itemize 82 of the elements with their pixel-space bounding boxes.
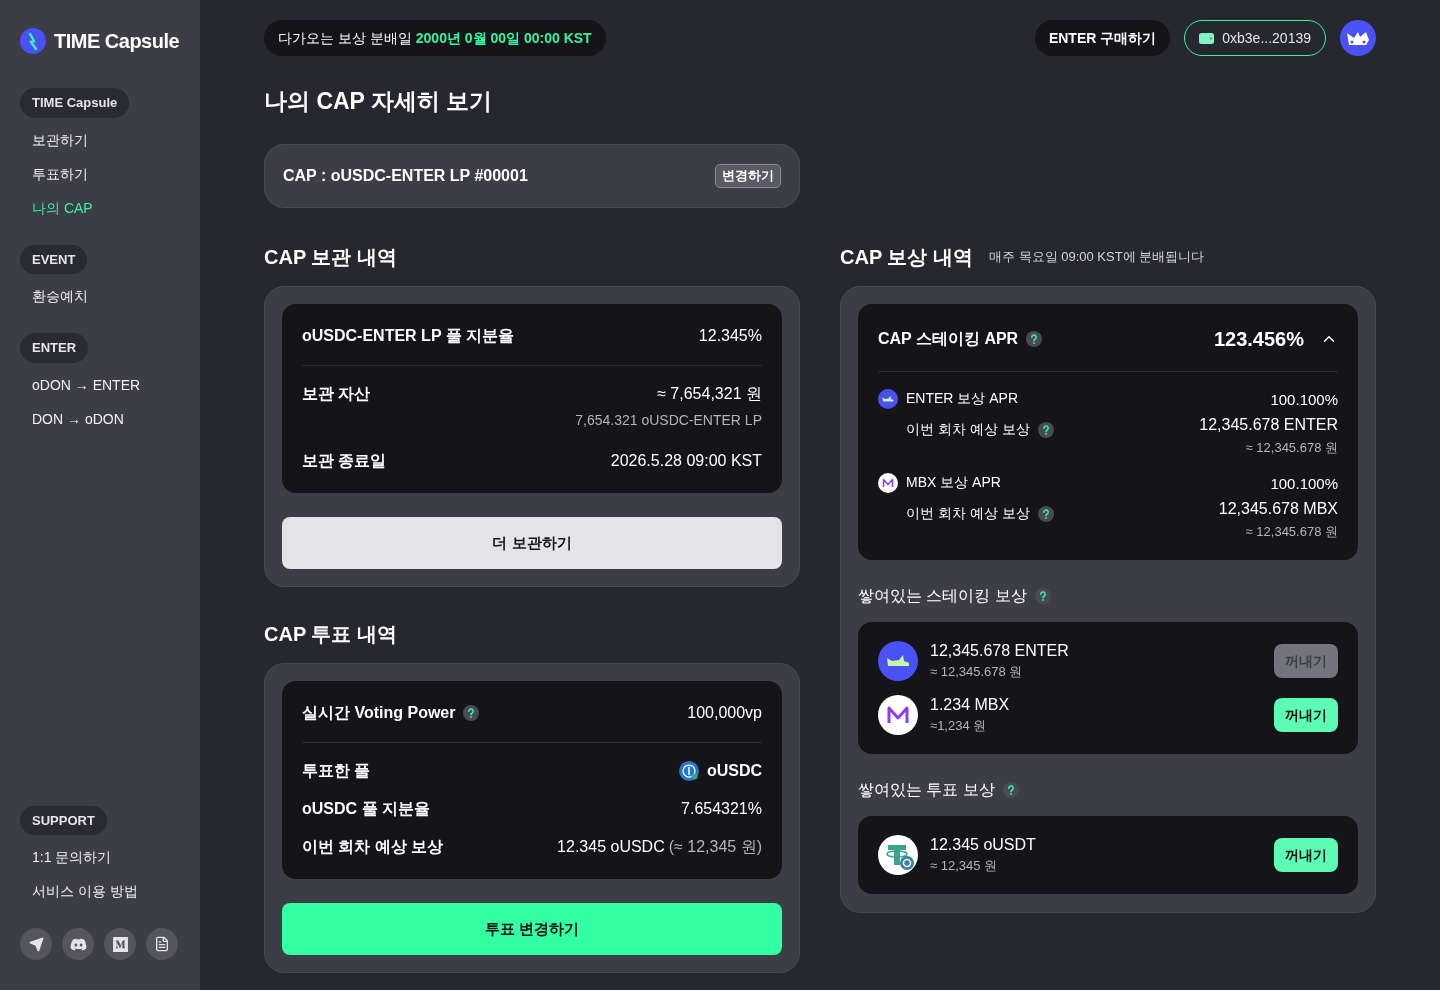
nav-section-header: SUPPORT	[20, 805, 107, 835]
apr-item-krw: ≈ 12,345.678 원	[1245, 439, 1338, 457]
notice-date: 2000년 0월 00일 00:00 KST	[415, 28, 592, 48]
nav-link[interactable]: 서비스 이용 방법	[32, 881, 138, 902]
row-value: ≈ 7,654,321 원	[657, 384, 762, 404]
apr-item-krw: ≈ 12,345.678 원	[1245, 523, 1338, 541]
nav-link[interactable]: 나의 CAP	[32, 197, 93, 219]
help-icon[interactable]	[1037, 421, 1054, 438]
apr-item-label: ENTER 보상 APR	[906, 389, 1018, 408]
nav-section-header: TIME Capsule	[20, 88, 130, 118]
token-icon	[878, 641, 918, 681]
token-icon	[678, 761, 699, 781]
row-subvalue: (≈ 12,345 원)	[668, 837, 762, 857]
apr-item-value: 100.100%	[1270, 474, 1338, 494]
document-icon[interactable]	[146, 928, 178, 960]
apr-item-sublabel: 이번 회차 예상 보상	[906, 420, 1030, 439]
reward-krw: ≈ 12,345.678 원	[930, 663, 1024, 681]
row-label: 이번 회차 예상 보상	[302, 837, 444, 857]
nav-link[interactable]: 투표하기	[32, 163, 88, 185]
page-title: 나의 CAP 자세히 보기	[264, 87, 494, 116]
apr-item-value: 100.100%	[1270, 390, 1338, 410]
row-label: 투표한 풀	[302, 761, 371, 781]
token-icon	[878, 472, 898, 493]
help-icon[interactable]	[1037, 505, 1054, 522]
row-label: 보관 자산	[302, 384, 371, 404]
reward-krw: ≈1,234 원	[930, 717, 988, 735]
section-title: CAP 투표 내역	[264, 622, 398, 647]
logo-text: TIME Capsule	[54, 29, 180, 54]
discord-icon[interactable]	[62, 928, 94, 960]
apr-value: 123.456%	[1213, 327, 1304, 352]
cap-name: CAP : oUSDC-ENTER LP #00001	[283, 166, 528, 186]
nav-link[interactable]: oDON → ENTER	[32, 374, 141, 396]
reward-amount: 1.234 MBX	[930, 695, 1010, 715]
rewards-subtitle: 쌓여있는 스테이킹 보상	[858, 586, 1027, 606]
row-value: 7.654321%	[681, 799, 762, 819]
change-vote-button[interactable]: 투표 변경하기	[282, 903, 782, 955]
wallet-icon	[1199, 32, 1215, 44]
nav-section-header: EVENT	[20, 244, 88, 274]
medium-icon[interactable]	[104, 928, 136, 960]
distribution-note: 매주 목요일 09:00 KST에 분배됩니다	[989, 248, 1205, 267]
row-value: 12.345%	[698, 326, 762, 346]
paper-plane-icon[interactable]	[20, 928, 52, 960]
reward-amount: 12.345 oUSDT	[930, 835, 1036, 855]
token-icon	[878, 835, 918, 875]
buy-button[interactable]: ENTER 구매하기	[1034, 20, 1171, 56]
reward-amount: 12,345.678 ENTER	[930, 641, 1069, 661]
notice-text: 다가오는 보상 분배일	[278, 28, 412, 48]
profile-avatar[interactable]	[1340, 20, 1376, 56]
logo-icon	[20, 28, 46, 54]
nav-link[interactable]: DON → oDON	[32, 408, 124, 430]
change-button[interactable]: 변경하기	[715, 164, 781, 188]
help-icon[interactable]	[1034, 588, 1051, 604]
nav-link[interactable]: 보관하기	[32, 129, 88, 151]
row-subvalue: 7,654.321 oUSDC-ENTER LP	[575, 411, 762, 430]
row-label: 보관 종료일	[302, 451, 387, 471]
nav-link[interactable]: 1:1 문의하기	[32, 847, 112, 868]
row-value: oUSDC	[706, 761, 762, 781]
nav-section-header: ENTER	[20, 333, 89, 363]
help-icon[interactable]	[1002, 782, 1019, 798]
row-label: oUSDC-ENTER LP 풀 지분율	[302, 326, 515, 346]
help-icon[interactable]	[1026, 331, 1043, 347]
apr-item-label: MBX 보상 APR	[906, 473, 1001, 492]
token-icon	[878, 388, 898, 409]
help-icon[interactable]	[463, 705, 480, 721]
withdraw-button[interactable]: 꺼내기	[1274, 838, 1338, 872]
reward-krw: ≈ 12,345 원	[930, 857, 999, 875]
row-label: 실시간 Voting Power	[302, 703, 456, 723]
deposit-more-button[interactable]: 더 보관하기	[282, 517, 782, 569]
section-title: CAP 보상 내역	[840, 245, 973, 270]
row-value: 12.345 oUSDC	[557, 837, 665, 857]
apr-label: CAP 스테이킹 APR	[878, 329, 1019, 349]
apr-item-sublabel: 이번 회차 예상 보상	[906, 504, 1030, 523]
token-icon	[878, 695, 918, 735]
apr-item-amount: 12,345.678 ENTER	[1199, 415, 1338, 435]
withdraw-button[interactable]: 꺼내기	[1274, 698, 1338, 732]
nav-link[interactable]: 환승예치	[32, 286, 88, 307]
rewards-subtitle: 쌓여있는 투표 보상	[858, 780, 995, 800]
row-label: oUSDC 풀 지분율	[302, 799, 430, 819]
apr-item-amount: 12,345.678 MBX	[1218, 499, 1338, 519]
row-value: 2026.5.28 09:00 KST	[610, 451, 762, 471]
row-value: 100,000vp	[687, 703, 762, 723]
section-title: CAP 보관 내역	[264, 245, 398, 270]
